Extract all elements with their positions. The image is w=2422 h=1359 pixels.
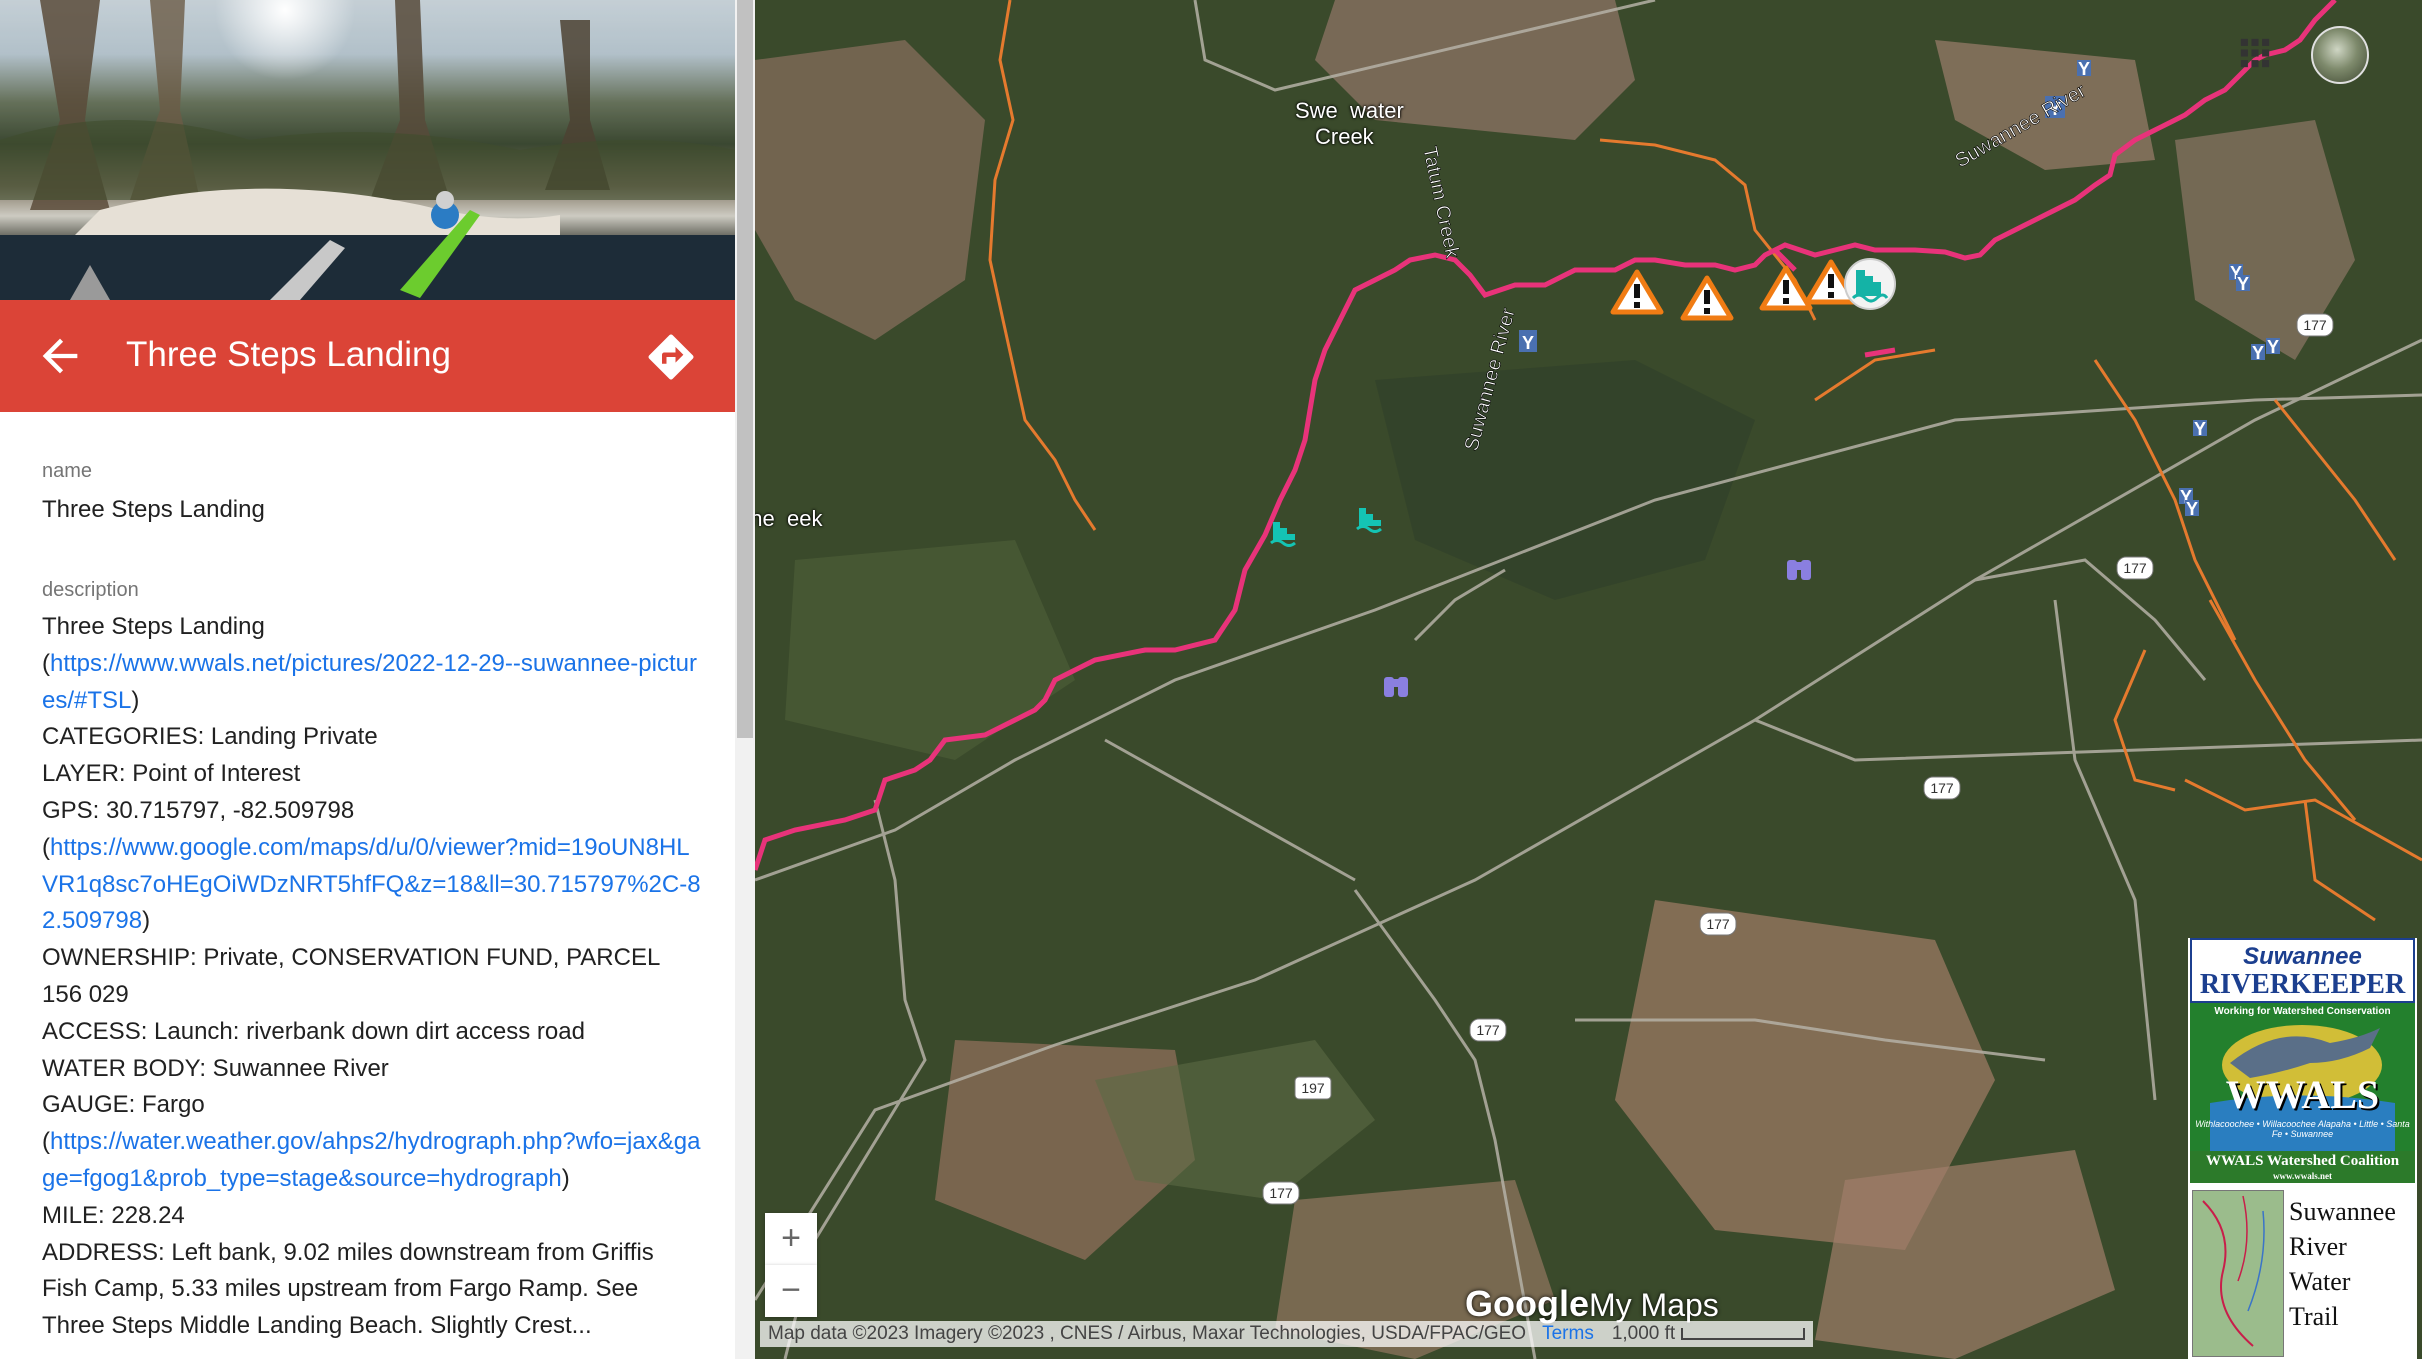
confluence-icon: Y xyxy=(2185,499,2199,519)
panel-scrollbar-thumb[interactable] xyxy=(737,0,753,738)
zoom-in-button[interactable]: + xyxy=(765,1213,817,1265)
road-shield-177: 177 xyxy=(1706,916,1730,932)
svg-text:Y: Y xyxy=(1522,333,1534,353)
directions-icon xyxy=(648,334,694,380)
name-label: name xyxy=(42,460,93,482)
creek-label: Jone xyxy=(755,506,775,531)
description-label: description xyxy=(42,579,139,601)
google-mymaps-logo: GoogleMy Maps xyxy=(1465,1283,1719,1324)
svg-text:Y: Y xyxy=(2186,499,2198,519)
creek-label: Swe xyxy=(1295,98,1338,123)
description-line: ADDRESS: Left bank, 9.02 miles downstrea… xyxy=(42,1238,654,1340)
satellite-map: 177 177 177 177 177 197 177 Y Y Y Y Y Y … xyxy=(755,0,2422,1359)
confluence-icon: Y xyxy=(2077,59,2091,79)
description-line: (https://www.google.com/maps/d/u/0/viewe… xyxy=(42,833,701,935)
water-trail-logo: Suwannee River Water Trail xyxy=(2190,1186,2415,1359)
description-line: OWNERSHIP: Private, CONSERVATION FUND, P… xyxy=(42,944,660,1008)
creek-label: Creek xyxy=(1315,124,1374,149)
attribution-text: Map data ©2023 Imagery ©2023 , CNES / Ai… xyxy=(768,1323,1527,1344)
road-shield-177: 177 xyxy=(2303,317,2327,333)
map-canvas[interactable]: 177 177 177 177 177 197 177 Y Y Y Y Y Y … xyxy=(755,0,2422,1359)
map-legend-image: Suwannee RIVERKEEPER Working for Watersh… xyxy=(2188,938,2417,1359)
svg-text:Y: Y xyxy=(2194,419,2206,439)
name-value: Three Steps Landing xyxy=(42,496,265,523)
apps-button[interactable] xyxy=(2238,36,2272,70)
road-shield-177: 177 xyxy=(1269,1185,1293,1201)
trail-word: Suwannee xyxy=(2289,1197,2396,1226)
account-avatar[interactable] xyxy=(2311,26,2369,84)
trail-map-thumbnail xyxy=(2192,1190,2284,1357)
description-link[interactable]: https://www.wwals.net/pictures/2022-12-2… xyxy=(42,650,697,714)
trail-word: River xyxy=(2289,1232,2347,1261)
map-attribution: Map data ©2023 Imagery ©2023 , CNES / Ai… xyxy=(760,1321,1814,1347)
road-shield-197: 197 xyxy=(1301,1080,1325,1096)
road-shield-177: 177 xyxy=(1930,780,1954,796)
trail-word: Water xyxy=(2289,1267,2351,1296)
zoom-out-button[interactable]: − xyxy=(765,1265,817,1317)
creek-label: eek xyxy=(787,506,823,531)
place-photo[interactable] xyxy=(0,0,735,300)
description-line: ACCESS: Launch: riverbank down dirt acce… xyxy=(42,1017,585,1045)
wwals-logo: Working for Watershed Conservation WWALS… xyxy=(2190,1003,2415,1151)
description-line: (https://water.weather.gov/ahps2/hydrogr… xyxy=(42,1128,701,1192)
svg-text:Y: Y xyxy=(2237,274,2249,294)
place-details: name Three Steps Landing description Thr… xyxy=(0,412,735,1359)
confluence-icon: Y xyxy=(2266,337,2280,357)
road-shield-177: 177 xyxy=(1476,1022,1500,1038)
confluence-icon: Y xyxy=(2193,419,2207,439)
svg-text:Y: Y xyxy=(2078,59,2090,79)
place-details-panel: Three Steps Landing name Three Steps Lan… xyxy=(0,0,735,1359)
svg-text:Y: Y xyxy=(2267,337,2279,357)
confluence-icon: Y xyxy=(2236,274,2250,294)
description-line: CATEGORIES: Landing Private xyxy=(42,723,378,751)
arrow-left-icon xyxy=(42,338,78,374)
description-link[interactable]: https://water.weather.gov/ahps2/hydrogra… xyxy=(42,1128,700,1192)
creek-label: water xyxy=(1350,98,1404,123)
scale-label[interactable]: 1,000 ft xyxy=(1612,1321,1675,1347)
place-photo-image xyxy=(0,0,735,300)
confluence-icon: Y xyxy=(2251,343,2265,363)
description-line: WATER BODY: Suwannee River xyxy=(42,1054,389,1082)
description-line: GAUGE: Fargo xyxy=(42,1091,205,1119)
coalition-banner: WWALS Watershed Coalition www.wwals.net xyxy=(2190,1151,2415,1183)
selected-landing-marker[interactable] xyxy=(1844,258,1896,310)
directions-button[interactable] xyxy=(644,330,698,384)
trail-word: Trail xyxy=(2289,1302,2339,1331)
place-title: Three Steps Landing xyxy=(126,335,451,374)
svg-text:Y: Y xyxy=(2252,343,2264,363)
riverkeeper-logo: Suwannee RIVERKEEPER xyxy=(2190,938,2415,1003)
description-text: Three Steps Landing (https://www.wwals.ne… xyxy=(42,609,702,1345)
terms-link[interactable]: Terms xyxy=(1542,1323,1594,1344)
confluence-icon: Y xyxy=(1519,330,1537,353)
description-line: GPS: 30.715797, -82.509798 xyxy=(42,796,355,824)
place-header: Three Steps Landing xyxy=(0,300,735,412)
description-line: Three Steps Landing xyxy=(42,613,265,640)
scale-bar xyxy=(1681,1327,1806,1340)
description-line: MILE: 228.24 xyxy=(42,1201,185,1229)
description-line: LAYER: Point of Interest xyxy=(42,760,301,788)
apps-grid-icon xyxy=(2240,38,2270,68)
back-button[interactable] xyxy=(34,330,86,382)
road-shield-177: 177 xyxy=(2123,560,2147,576)
description-line: (https://www.wwals.net/pictures/2022-12-… xyxy=(42,649,697,714)
description-link[interactable]: https://www.google.com/maps/d/u/0/viewer… xyxy=(42,834,701,935)
